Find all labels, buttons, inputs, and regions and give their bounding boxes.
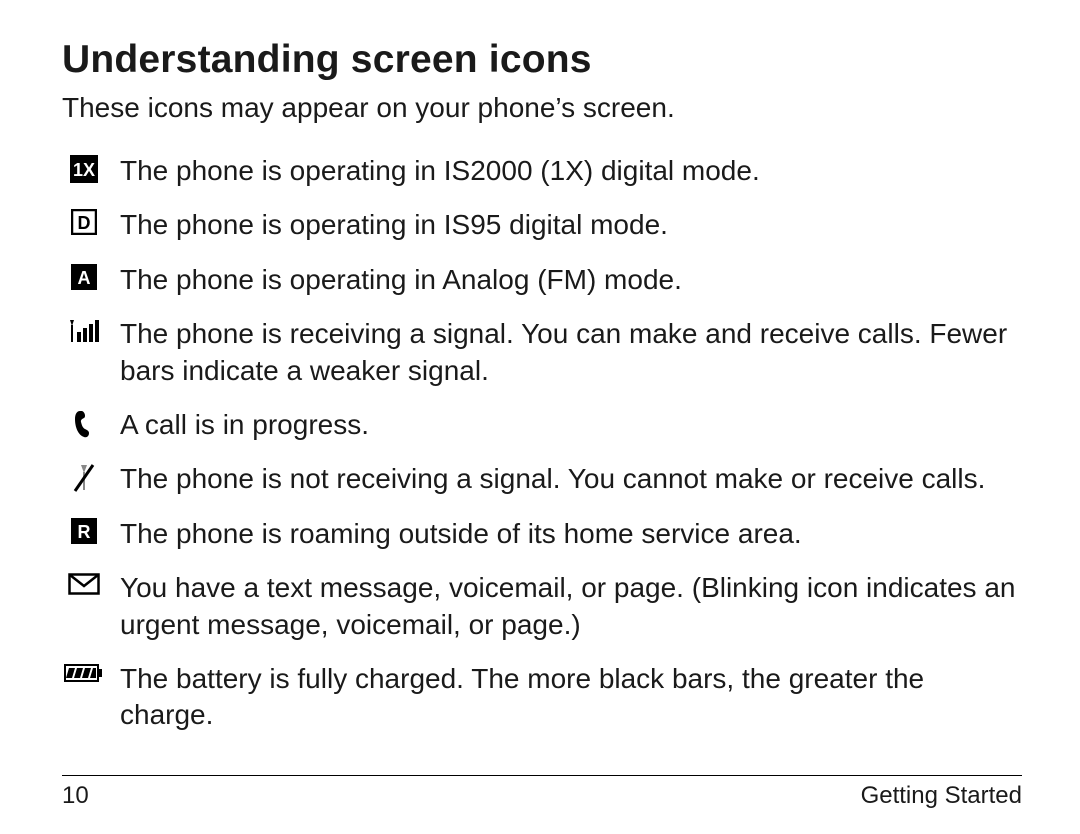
list-item-desc: The phone is not receiving a signal. You… [120, 461, 1022, 497]
list-item-desc: The phone is receiving a signal. You can… [120, 316, 1022, 389]
list-item-desc: The phone is operating in IS2000 (1X) di… [120, 153, 1022, 189]
a-mode-icon: A [62, 262, 106, 290]
no-signal-icon [62, 461, 106, 493]
list-item-desc: The phone is roaming outside of its home… [120, 516, 1022, 552]
svg-text:1X: 1X [73, 160, 95, 180]
icon-list: 1X The phone is operating in IS2000 (1X)… [62, 153, 1022, 734]
list-item: The phone is not receiving a signal. You… [62, 461, 1022, 497]
d-mode-icon: D [62, 207, 106, 235]
list-item: The phone is receiving a signal. You can… [62, 316, 1022, 389]
list-item-desc: A call is in progress. [120, 407, 1022, 443]
list-item: The battery is fully charged. The more b… [62, 661, 1022, 734]
section-title: Getting Started [861, 782, 1022, 810]
page-heading: Understanding screen icons [62, 38, 1022, 82]
list-item: D The phone is operating in IS95 digital… [62, 207, 1022, 243]
battery-icon [62, 661, 106, 683]
list-item-desc: You have a text message, voicemail, or p… [120, 570, 1022, 643]
footer-rule [62, 775, 1022, 776]
list-item: A call is in progress. [62, 407, 1022, 443]
manual-page: Understanding screen icons These icons m… [0, 0, 1080, 834]
list-item-desc: The battery is fully charged. The more b… [120, 661, 1022, 734]
roaming-icon: R [62, 516, 106, 544]
intro-text: These icons may appear on your phone’s s… [62, 90, 1022, 125]
page-footer: 10 Getting Started [62, 775, 1022, 810]
list-item-desc: The phone is operating in IS95 digital m… [120, 207, 1022, 243]
signal-icon [62, 316, 106, 344]
svg-text:D: D [78, 213, 91, 233]
svg-text:R: R [78, 522, 91, 542]
svg-text:A: A [78, 268, 91, 288]
list-item: You have a text message, voicemail, or p… [62, 570, 1022, 643]
list-item: 1X The phone is operating in IS2000 (1X)… [62, 153, 1022, 189]
list-item-desc: The phone is operating in Analog (FM) mo… [120, 262, 1022, 298]
message-icon [62, 570, 106, 596]
page-number: 10 [62, 782, 89, 810]
one-x-icon: 1X [62, 153, 106, 183]
list-item: R The phone is roaming outside of its ho… [62, 516, 1022, 552]
list-item: A The phone is operating in Analog (FM) … [62, 262, 1022, 298]
call-icon [62, 407, 106, 439]
